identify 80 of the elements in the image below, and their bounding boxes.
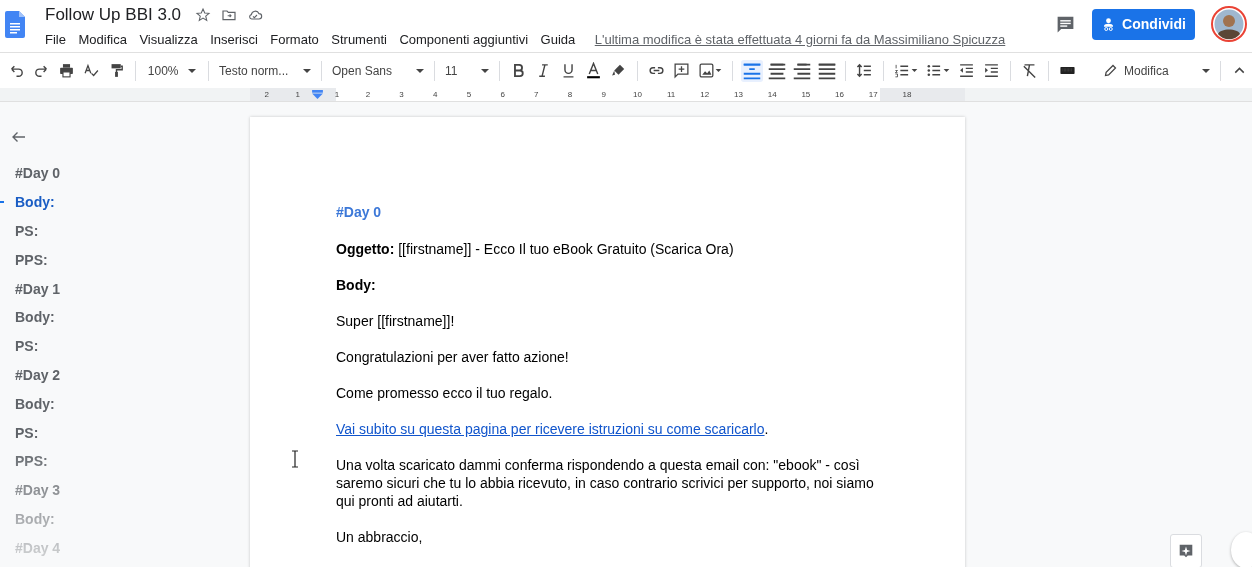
print-icon[interactable] (58, 62, 75, 79)
increase-indent-icon[interactable] (983, 62, 1000, 79)
paragraph: Congratulazioni per aver fatto azione! (336, 348, 570, 366)
ruler-number: 1 (333, 90, 341, 99)
ruler-number: 3 (398, 90, 405, 99)
outline-item[interactable]: PPS: (15, 453, 48, 470)
ruler-number: 16 (834, 90, 845, 99)
outline-item[interactable]: PS: (15, 424, 39, 441)
menu-item[interactable]: Componenti aggiuntivi (399, 31, 529, 47)
folder-icon[interactable] (221, 7, 238, 23)
heading: #Day 0 (336, 203, 383, 221)
outline-item[interactable]: Body: (15, 309, 55, 326)
menu-item[interactable]: Strumenti (331, 31, 387, 47)
style-dropdown[interactable]: Testo norm... (215, 58, 315, 83)
link-paragraph: Vai subito su questa pagina per ricevere istruzioni su come scaricarlo. (336, 420, 770, 438)
menu-item[interactable]: Formato (270, 31, 319, 47)
selection-marker (0, 201, 4, 203)
text-color-icon[interactable] (585, 62, 602, 79)
ruler-number: 4 (432, 90, 439, 99)
avatar-icon[interactable] (1211, 6, 1247, 42)
image-icon[interactable] (698, 62, 722, 79)
document-title[interactable]: Follow Up BBI 3.0 (45, 5, 182, 25)
outline-item[interactable]: #Day 0 (15, 165, 61, 182)
add-comment-icon[interactable] (673, 62, 690, 79)
line-spacing-icon[interactable] (856, 62, 873, 79)
ruler-number: 11 (665, 90, 677, 99)
ruler-number: 6 (499, 90, 506, 99)
ruler-number: 10 (631, 90, 643, 99)
decrease-indent-icon[interactable] (958, 62, 975, 79)
editing-mode-dropdown[interactable]: Modifica (1099, 58, 1214, 83)
menu-item[interactable]: Guida (540, 31, 576, 47)
docs-logo-icon[interactable] (5, 11, 25, 38)
numbered-list-icon[interactable] (894, 62, 918, 79)
menu-item[interactable]: File (45, 31, 66, 47)
paragraph: Come promesso ecco il tuo regalo. (336, 384, 554, 402)
ruler-number: 8 (566, 90, 574, 99)
last-edit-link[interactable]: L'ultima modifica è stata effettuata 4 giorni fa da Massimiliano Spicuzza (594, 31, 1006, 47)
bulleted-list-icon[interactable] (926, 62, 950, 79)
ruler-number: 7 (533, 90, 540, 99)
outline-item[interactable]: #Day 1 (15, 280, 61, 297)
ruler-number: 2 (364, 90, 372, 99)
link[interactable]: Vai subito su questa pagina per ricevere istruzioni su come scaricarlo (336, 421, 765, 437)
ruler-number: 13 (733, 90, 744, 99)
font-dropdown[interactable]: Open Sans (328, 58, 428, 83)
spellcheck-icon[interactable] (83, 62, 100, 79)
menu-item[interactable]: Inserisci (210, 31, 258, 47)
indent-marker-icon[interactable] (311, 90, 323, 99)
outline-item[interactable]: Body: (15, 395, 55, 412)
text-cursor-icon (290, 450, 300, 468)
ruler-number: 14 (766, 90, 778, 99)
ruler-number: 1 (294, 90, 301, 99)
ruler-number: 12 (699, 90, 711, 99)
ruler-number: 2 (263, 90, 271, 99)
paragraph: Oggetto: [[firstname]] - Ecco Il tuo eBook Gratuito (Scarica Ora) (336, 240, 735, 258)
ruler-number: 5 (465, 90, 473, 99)
font-size-dropdown[interactable]: 11 (441, 58, 493, 83)
paragraph: Super [[firstname]]! (336, 312, 456, 330)
pencil-icon (1103, 63, 1118, 78)
star-icon[interactable] (195, 7, 212, 23)
outline-item[interactable]: PS: (15, 338, 39, 355)
align-button[interactable] (740, 59, 763, 82)
outline-item[interactable]: Body: (15, 194, 55, 211)
clear-formatting-icon[interactable] (1021, 62, 1038, 79)
menu-item[interactable]: Modifica (78, 31, 127, 47)
menu-item[interactable]: Visualizza (139, 31, 198, 47)
outline-item[interactable]: #Day 2 (15, 366, 61, 383)
explore-button[interactable] (1170, 534, 1202, 567)
ruler-number: 17 (867, 90, 879, 99)
outline-item[interactable]: PS: (15, 223, 39, 239)
zoom-dropdown[interactable]: 100% (142, 58, 202, 83)
ruler-number: 15 (800, 90, 812, 99)
ruler-number: 9 (600, 90, 607, 99)
paragraph: Una volta scaricato dammi conferma rispondendo a questa email con: "ebook" - così saremo sicuri che tu lo abbia ricevuto, in caso contrario scrivici per supporto, noi siamo qui pronti ad aiutarti. (336, 456, 875, 510)
label-text: Body: (336, 276, 377, 294)
share-button[interactable]: Condividi (1092, 8, 1195, 40)
ruler[interactable]: 2 1 1 2 3 4 5 6 7 8 9 10 11 12 13 14 15 16 17 18 (250, 88, 965, 101)
sparkle-comment-icon (1177, 542, 1195, 560)
paragraph: Un abbraccio, (336, 528, 424, 546)
outline-item[interactable]: PPS: (15, 251, 48, 268)
ruler-number: 18 (901, 90, 913, 99)
